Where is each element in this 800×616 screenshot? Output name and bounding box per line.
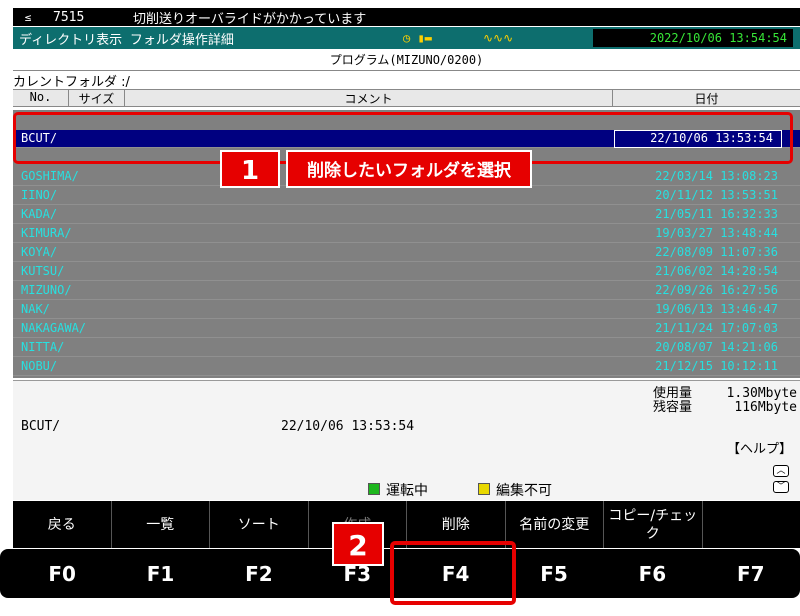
key-f2[interactable]: F2 <box>210 549 308 598</box>
free-value: 116Mbyte <box>734 400 797 415</box>
screen-mode: ディレクトリ表示 フォルダ操作詳細 <box>19 32 234 48</box>
folder-date: 21/11/24 17:07:03 <box>655 321 778 335</box>
folder-name: KIMURA/ <box>21 226 72 240</box>
folder-name: GOSHIMA/ <box>21 169 79 183</box>
info-panel: 使用量 1.30Mbyte 残容量 116Mbyte BCUT/ 22/10/06 … <box>13 380 800 500</box>
folder-name: KADA/ <box>21 207 58 221</box>
highlight-box-f4 <box>390 541 516 605</box>
key-f1[interactable]: F1 <box>111 549 209 598</box>
col-date: 日付 <box>694 92 719 106</box>
key-f7[interactable]: F7 <box>702 549 800 598</box>
selected-date: 22/10/06 13:53:54 <box>281 419 415 434</box>
list-item[interactable]: KOYA/22/08/09 11:07:36 <box>13 244 800 262</box>
folder-date: 20/11/12 13:53:51 <box>655 188 778 202</box>
folder-date: 21/06/02 14:28:54 <box>655 264 778 278</box>
logo-icon: ≤ <box>24 10 32 24</box>
folder-name: NITTA/ <box>21 340 65 354</box>
folder-name: NAK/ <box>21 302 50 316</box>
key-f5[interactable]: F5 <box>505 549 603 598</box>
folder-date: 22/03/14 13:08:23 <box>655 169 778 183</box>
col-comment: コメント <box>125 90 613 106</box>
used-value: 1.30Mbyte <box>726 386 797 401</box>
list-item[interactable]: KIMURA/19/03/27 13:48:44 <box>13 225 800 243</box>
folder-name: KOYA/ <box>21 245 58 259</box>
free-label: 残容量 <box>653 400 693 415</box>
program-name: プログラム(MIZUNO/0200) <box>329 53 484 67</box>
key-f6[interactable]: F6 <box>603 549 701 598</box>
selected-name: BCUT/ <box>21 419 61 434</box>
folder-name: NAKAGAWA/ <box>21 321 87 335</box>
folder-name: IINO/ <box>21 188 58 202</box>
scroll-down-icon[interactable]: ﹀ <box>773 481 789 493</box>
folder-name: MIZUNO/ <box>21 283 72 297</box>
col-no: No. <box>13 90 69 106</box>
fn-sort[interactable]: ソート <box>210 501 309 548</box>
alarm-message: 切削送りオーバライドがかかっています <box>133 11 367 27</box>
current-folder: カレントフォルダ :/ <box>13 70 800 90</box>
folder-date: 19/06/13 13:46:47 <box>655 302 778 316</box>
fn-copy-check[interactable]: コピー/チェック <box>604 501 703 548</box>
fn-back[interactable]: 戻る <box>13 501 112 548</box>
folder-date: 22/09/26 16:27:56 <box>655 283 778 297</box>
list-item[interactable]: KADA/21/05/11 16:32:33 <box>13 206 800 224</box>
folder-name: KUTSU/ <box>21 264 65 278</box>
clock-icon: ◷ ▮▬ <box>403 31 432 45</box>
list-item[interactable]: NAK/19/06/13 13:46:47 <box>13 301 800 319</box>
legend: 運転中 編集不可 <box>368 480 552 500</box>
folder-date: 21/12/15 10:12:11 <box>655 359 778 373</box>
folder-date: 21/05/11 16:32:33 <box>655 207 778 221</box>
step-badge-1: 1 <box>220 150 280 188</box>
datetime-display: 2022/10/06 13:54:54 <box>593 29 793 47</box>
fn-list[interactable]: 一覧 <box>112 501 210 548</box>
list-item[interactable]: NOBU/21/12/15 10:12:11 <box>13 358 800 376</box>
running-swatch-icon <box>368 483 380 495</box>
step-badge-2: 2 <box>332 522 384 566</box>
list-item[interactable]: NITTA/20/08/07 14:21:06 <box>13 339 800 357</box>
list-item[interactable]: MIZUNO/22/09/26 16:27:56 <box>13 282 800 300</box>
legend-running: 運転中 <box>386 483 428 499</box>
scroll-up-icon[interactable]: ︿ <box>773 465 789 477</box>
used-label: 使用量 <box>653 386 693 401</box>
folder-date: 20/08/07 14:21:06 <box>655 340 778 354</box>
storage-info: 使用量 1.30Mbyte 残容量 116Mbyte <box>653 387 797 415</box>
locked-swatch-icon <box>478 483 490 495</box>
help-link[interactable]: 【ヘルプ】 <box>727 438 792 457</box>
column-header: No. サイズ コメント 日付 <box>13 89 800 107</box>
col-size: サイズ <box>69 90 125 106</box>
folder-date: 22/08/09 11:07:36 <box>655 245 778 259</box>
fn-rename[interactable]: 名前の変更 <box>506 501 604 548</box>
key-f0[interactable]: F0 <box>13 549 111 598</box>
status-bar: ディレクトリ表示 フォルダ操作詳細 ◷ ▮▬ ∿∿∿ 2022/10/06 13… <box>13 27 800 49</box>
fn-empty <box>703 501 800 548</box>
list-item[interactable]: NAKAGAWA/21/11/24 17:07:03 <box>13 320 800 338</box>
alarm-bar: ≤ 7515 切削送りオーバライドがかかっています <box>13 8 800 27</box>
list-item[interactable]: KUTSU/21/06/02 14:28:54 <box>13 263 800 281</box>
alarm-number: 7515 <box>53 9 85 25</box>
legend-locked: 編集不可 <box>496 483 552 499</box>
folder-date: 19/03/27 13:48:44 <box>655 226 778 240</box>
step-label-1: 削除したいフォルダを選択 <box>286 150 532 188</box>
wave-icon: ∿∿∿ <box>483 31 514 45</box>
folder-name: NOBU/ <box>21 359 58 373</box>
